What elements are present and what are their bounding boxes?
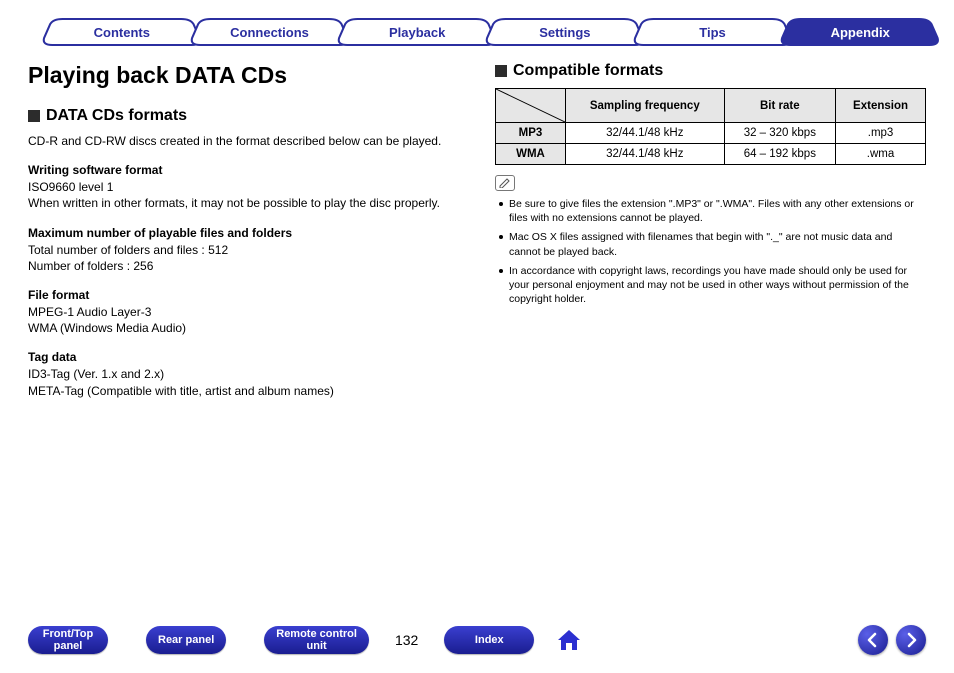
tab-tips[interactable]: Tips	[631, 18, 795, 46]
table-row: WMA 32/44.1/48 kHz 64 – 192 kbps .wma	[496, 144, 926, 165]
page-number: 132	[395, 632, 418, 648]
note-item: Be sure to give files the extension ".MP…	[499, 197, 926, 225]
square-bullet-icon	[495, 65, 507, 77]
front-top-panel-button[interactable]: Front/Top panel	[28, 626, 108, 654]
remote-control-button[interactable]: Remote control unit	[264, 626, 369, 654]
txt-tag-data: ID3-Tag (Ver. 1.x and 2.x) META-Tag (Com…	[28, 366, 459, 398]
home-icon[interactable]	[556, 628, 582, 652]
square-bullet-icon	[28, 110, 40, 122]
txt-writing-software: ISO9660 level 1 When written in other fo…	[28, 179, 459, 211]
top-tabs: Contents Connections Playback Settings T…	[40, 18, 926, 46]
notes-list: Be sure to give files the extension ".MP…	[495, 197, 926, 306]
txt-file-format: MPEG-1 Audio Layer-3 WMA (Windows Media …	[28, 304, 459, 336]
note-item: Mac OS X files assigned with filenames t…	[499, 230, 926, 258]
sub-tag-data: Tag data	[28, 350, 459, 364]
sub-max-files: Maximum number of playable files and fol…	[28, 226, 459, 240]
next-page-button[interactable]	[896, 625, 926, 655]
th-bitrate: Bit rate	[724, 89, 836, 123]
table-row: MP3 32/44.1/48 kHz 32 – 320 kbps .mp3	[496, 123, 926, 144]
pencil-note-icon	[495, 175, 515, 191]
page-title: Playing back DATA CDs	[28, 62, 459, 89]
formats-table: Sampling frequency Bit rate Extension MP…	[495, 88, 926, 165]
table-diag-cell	[496, 89, 566, 123]
tab-contents[interactable]: Contents	[40, 18, 204, 46]
tab-connections[interactable]: Connections	[188, 18, 352, 46]
right-column: Compatible formats Sampling frequency Bi…	[495, 62, 926, 413]
section-compatible-formats: Compatible formats	[495, 62, 926, 80]
sub-file-format: File format	[28, 288, 459, 302]
th-sampling: Sampling frequency	[566, 89, 725, 123]
bottom-bar: Front/Top panel Rear panel Remote contro…	[0, 625, 954, 655]
txt-max-files: Total number of folders and files : 512 …	[28, 242, 459, 274]
section-data-cds-formats: DATA CDs formats	[28, 107, 459, 125]
note-item: In accordance with copyright laws, recor…	[499, 264, 926, 307]
tab-settings[interactable]: Settings	[483, 18, 647, 46]
sub-writing-software: Writing software format	[28, 163, 459, 177]
tab-appendix[interactable]: Appendix	[778, 18, 942, 46]
intro-text: CD-R and CD-RW discs created in the form…	[28, 133, 459, 149]
index-button[interactable]: Index	[444, 626, 534, 654]
left-column: Playing back DATA CDs DATA CDs formats C…	[28, 62, 459, 413]
rear-panel-button[interactable]: Rear panel	[146, 626, 226, 654]
prev-page-button[interactable]	[858, 625, 888, 655]
tab-playback[interactable]: Playback	[335, 18, 499, 46]
th-extension: Extension	[836, 89, 926, 123]
